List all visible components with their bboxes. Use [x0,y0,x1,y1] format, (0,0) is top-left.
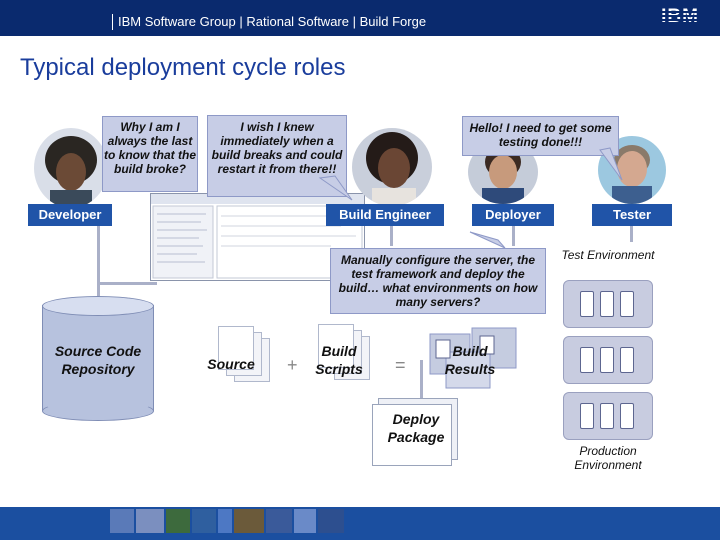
repository-label: Source Code Repository [54,343,142,377]
production-environment-server [563,392,653,440]
connector-package [420,360,423,400]
manual-config-bubble: Manually configure the server, the test … [330,248,546,314]
equals-operator: = [395,355,406,375]
deploy-package-label: Deploy Package [387,411,445,445]
repository-bottom [42,401,154,421]
repository-top [42,296,154,316]
connector-developer-horizontal [97,282,157,285]
test-environment-server-1 [563,280,653,328]
manual-config-text: Manually configure the server, the test … [338,253,538,309]
connector-developer [97,226,100,296]
footer-image-strip [110,509,344,533]
test-environment-server-2 [563,336,653,384]
source-label: Source [207,356,255,372]
build-results-label: Build Results [444,343,496,377]
role-build-engineer: Build Engineer [326,204,444,226]
test-environment-label: Test Environment [561,248,655,262]
connector-deployer [512,226,515,246]
connector-tester [630,226,633,242]
role-developer: Developer [28,204,112,226]
build-scripts-label: Build Scripts [315,343,363,377]
plus-operator: + [287,355,298,375]
role-tester: Tester [592,204,672,226]
connector-build-engineer [390,226,393,246]
role-deployer: Deployer [472,204,554,226]
production-environment-label: Production Environment [574,444,642,472]
